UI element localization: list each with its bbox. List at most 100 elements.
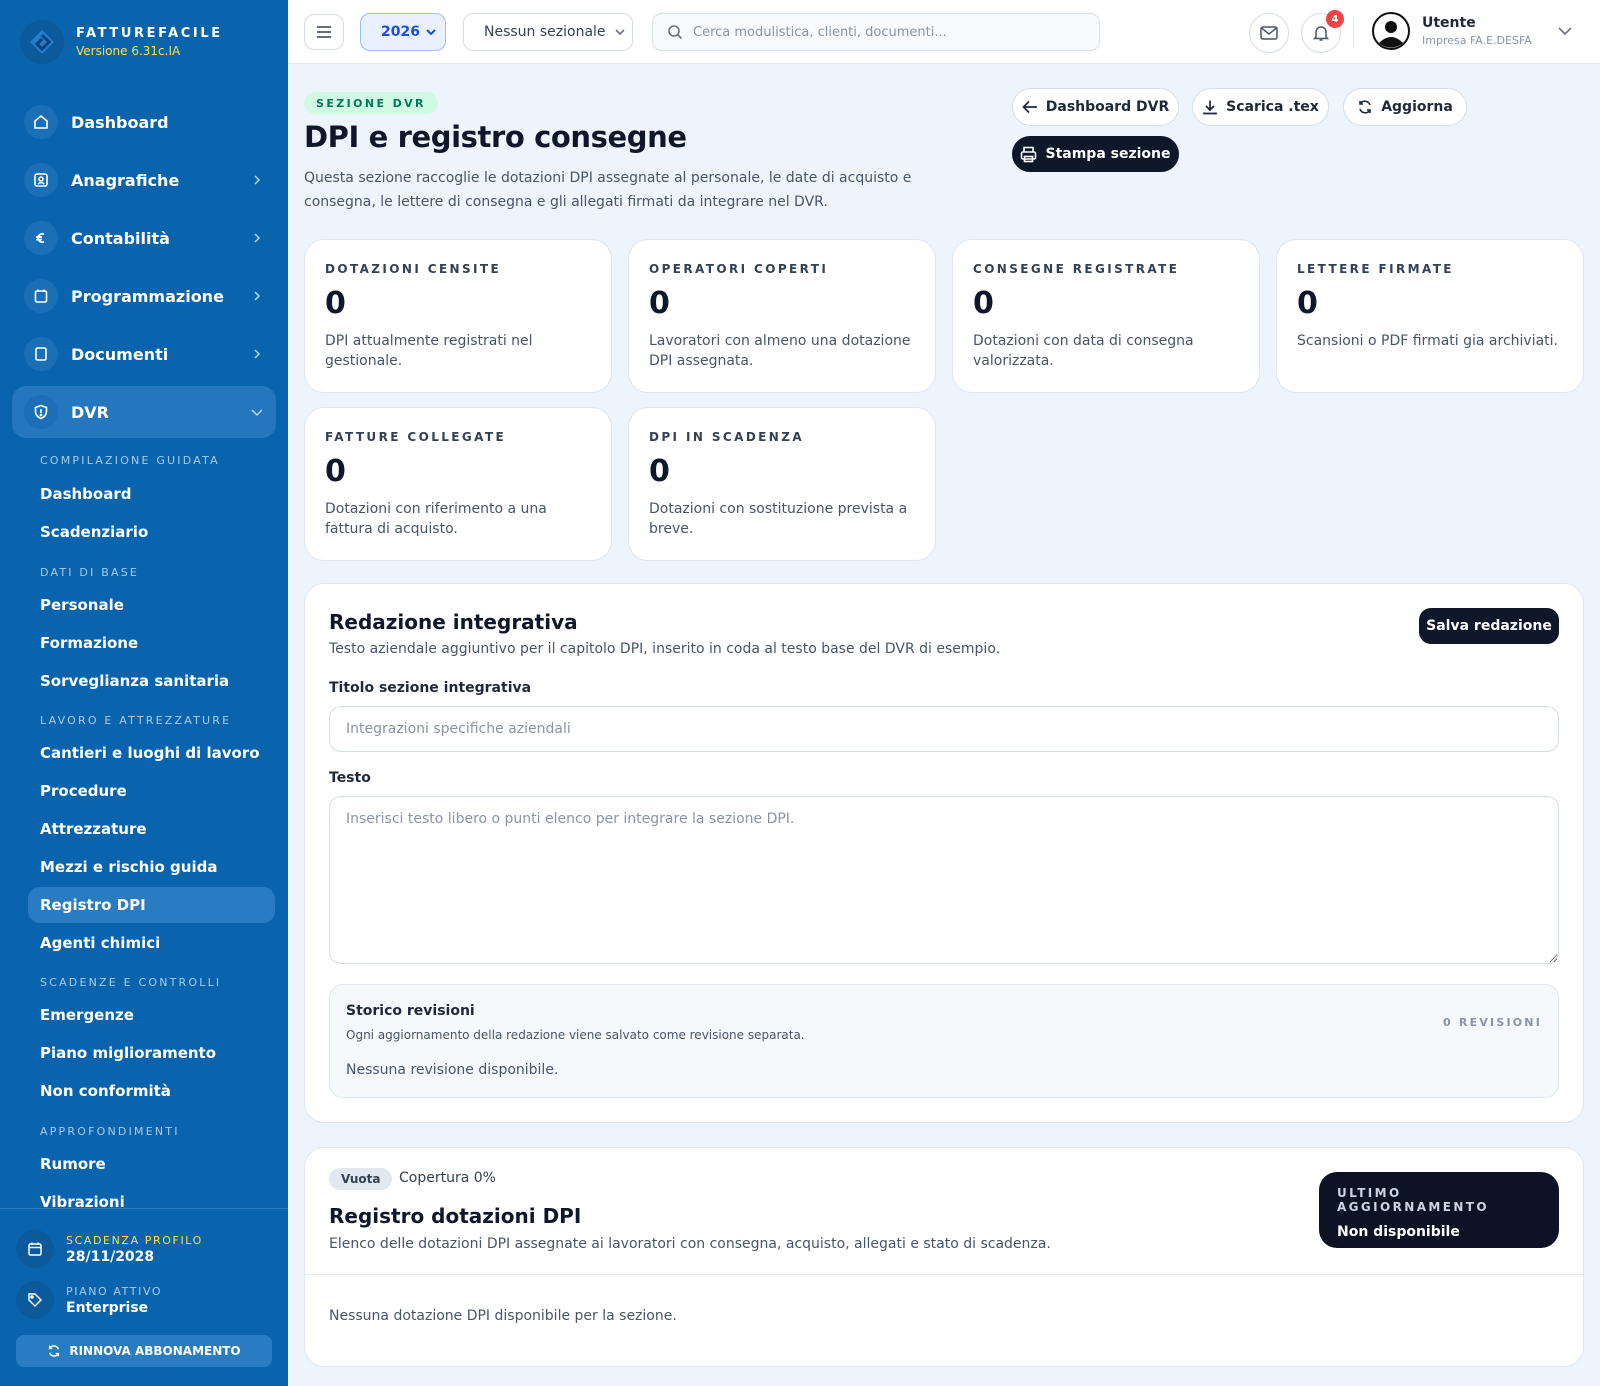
section-text-textarea[interactable] bbox=[329, 796, 1559, 964]
brand-name: FATTUREFACILE bbox=[76, 26, 223, 41]
sidebar-item-emergenze[interactable]: Emergenze bbox=[28, 997, 275, 1033]
stat-card: DOTAZIONI CENSITE 0 DPI attualmente regi… bbox=[304, 239, 612, 393]
sezionale-value: Nessun sezionale bbox=[484, 24, 606, 40]
contacts-icon bbox=[24, 163, 58, 197]
redazione-card: Redazione integrativa Testo aziendale ag… bbox=[304, 583, 1584, 1123]
stat-value: 0 bbox=[1297, 286, 1318, 321]
nav-label: Dashboard bbox=[71, 112, 169, 132]
section-title-input[interactable] bbox=[329, 706, 1559, 752]
renew-subscription-button[interactable]: RINNOVA ABBONAMENTO bbox=[16, 1335, 272, 1367]
sidebar-item-non-conformita[interactable]: Non conformità bbox=[28, 1073, 275, 1109]
stat-value: 0 bbox=[649, 286, 670, 321]
stat-value: 0 bbox=[325, 454, 346, 489]
nav-item-contabilita[interactable]: Contabilità bbox=[12, 212, 276, 264]
title-field-label: Titolo sezione integrativa bbox=[329, 680, 532, 696]
messages-button[interactable] bbox=[1249, 13, 1289, 53]
year-select[interactable]: 2026 bbox=[360, 13, 446, 51]
sidebar-item-attrezzature[interactable]: Attrezzature bbox=[28, 811, 275, 847]
download-tex-button[interactable]: Scarica .tex bbox=[1192, 88, 1329, 126]
stat-description: Dotazioni con data di consegna valorizza… bbox=[973, 333, 1194, 369]
sidebar-item-personale[interactable]: Personale bbox=[28, 587, 275, 623]
coverage-text: Copertura 0% bbox=[399, 1170, 496, 1186]
history-title: Storico revisioni bbox=[346, 1003, 475, 1019]
nav-label: Programmazione bbox=[71, 286, 224, 306]
refresh-button[interactable]: Aggiorna bbox=[1343, 88, 1467, 126]
stat-label: OPERATORI COPERTI bbox=[649, 262, 829, 276]
calendar-icon bbox=[24, 279, 58, 313]
stat-value: 0 bbox=[325, 286, 346, 321]
sidebar-item-dashboard[interactable]: Dashboard bbox=[28, 476, 275, 512]
brand[interactable]: FATTUREFACILE Versione 6.31c.IA bbox=[20, 20, 223, 64]
stat-label: DPI IN SCADENZA bbox=[649, 430, 805, 444]
user-menu[interactable]: Utente Impresa FA.E.DESFA bbox=[1372, 12, 1532, 50]
notifications-button[interactable]: 4 bbox=[1301, 10, 1344, 53]
sidebar-item-formazione[interactable]: Formazione bbox=[28, 625, 275, 661]
text-field-label: Testo bbox=[329, 770, 371, 786]
chevron-right-icon bbox=[250, 347, 264, 361]
nav-group-title: COMPILAZIONE GUIDATA bbox=[40, 454, 220, 467]
plan-value: Enterprise bbox=[66, 1299, 149, 1316]
nav-label: Contabilità bbox=[71, 228, 170, 248]
search-input[interactable] bbox=[693, 24, 1093, 40]
calendar-icon bbox=[16, 1230, 54, 1268]
chevron-right-icon bbox=[250, 231, 264, 245]
chevron-down-icon[interactable] bbox=[1558, 24, 1572, 38]
registro-empty-message: Nessuna dotazione DPI disponibile per la… bbox=[329, 1308, 677, 1324]
sidebar-item-registro-dpi[interactable]: Registro DPI bbox=[28, 887, 275, 923]
sezionale-select[interactable]: Nessun sezionale bbox=[463, 13, 633, 51]
nav-group-title: LAVORO E ATTREZZATURE bbox=[40, 714, 232, 727]
sidebar-item-scadenziario[interactable]: Scadenziario bbox=[28, 514, 275, 550]
hamburger-icon bbox=[317, 26, 331, 38]
nav-item-documenti[interactable]: Documenti bbox=[12, 328, 276, 380]
nav-item-dashboard[interactable]: Dashboard bbox=[12, 96, 276, 148]
sidebar-item-procedure[interactable]: Procedure bbox=[28, 773, 275, 809]
menu-toggle-button[interactable] bbox=[304, 14, 344, 50]
user-name: Utente bbox=[1422, 15, 1476, 31]
brand-version: Versione 6.31c.IA bbox=[76, 44, 181, 58]
expiry-value: 28/11/2028 bbox=[66, 1248, 155, 1265]
download-icon bbox=[1203, 100, 1217, 115]
nav-label: Anagrafiche bbox=[71, 170, 180, 190]
expiry-label: SCADENZA PROFILO bbox=[66, 1233, 203, 1247]
last-update-box: ULTIMO AGGIORNAMENTO Non disponibile bbox=[1319, 1172, 1559, 1248]
user-company: Impresa FA.E.DESFA bbox=[1422, 34, 1532, 47]
registro-subtitle: Elenco delle dotazioni DPI assegnate ai … bbox=[329, 1236, 1051, 1252]
refresh-icon bbox=[1359, 100, 1371, 114]
sidebar-item-mezzi[interactable]: Mezzi e rischio guida bbox=[28, 849, 275, 885]
dashboard-dvr-label: Dashboard DVR bbox=[1045, 99, 1170, 115]
status-badge: Vuota bbox=[329, 1168, 393, 1190]
history-description: Ogni aggiornamento della redazione viene… bbox=[346, 1028, 805, 1042]
dashboard-dvr-button[interactable]: Dashboard DVR bbox=[1012, 88, 1179, 126]
document-icon bbox=[24, 337, 58, 371]
print-section-button[interactable]: Stampa sezione bbox=[1012, 136, 1179, 172]
nav-label: Documenti bbox=[71, 344, 169, 364]
nav-item-anagrafiche[interactable]: Anagrafiche bbox=[12, 154, 276, 206]
nav-item-dvr[interactable]: DVR bbox=[12, 386, 276, 438]
home-icon bbox=[24, 105, 58, 139]
revision-count: 0 REVISIONI bbox=[1443, 1016, 1542, 1029]
main-nav: Dashboard Anagrafiche Contabilità Progra… bbox=[12, 96, 276, 444]
year-value: 2026 bbox=[381, 24, 420, 40]
mail-icon bbox=[1260, 26, 1278, 40]
sidebar-item-piano-miglioramento[interactable]: Piano miglioramento bbox=[28, 1035, 275, 1071]
sidebar-item-rumore[interactable]: Rumore bbox=[28, 1146, 275, 1182]
stat-description: Lavoratori con almeno una dotazione DPI … bbox=[649, 333, 911, 369]
save-redazione-button[interactable]: Salva redazione bbox=[1419, 608, 1559, 644]
stat-description: Dotazioni con riferimento a una fattura … bbox=[325, 501, 547, 537]
stat-card: DPI IN SCADENZA 0 Dotazioni con sostituz… bbox=[628, 407, 936, 561]
stat-label: DOTAZIONI CENSITE bbox=[325, 262, 502, 276]
sidebar-item-cantieri[interactable]: Cantieri e luoghi di lavoro bbox=[28, 735, 275, 771]
stat-label: FATTURE COLLEGATE bbox=[325, 430, 507, 444]
stat-card: FATTURE COLLEGATE 0 Dotazioni con riferi… bbox=[304, 407, 612, 561]
plan-label: PIANO ATTIVO bbox=[66, 1284, 163, 1298]
sidebar-item-agenti-chimici[interactable]: Agenti chimici bbox=[28, 925, 275, 961]
registro-title: Registro dotazioni DPI bbox=[329, 1204, 582, 1228]
stat-value: 0 bbox=[973, 286, 994, 321]
nav-group-title: APPROFONDIMENTI bbox=[40, 1125, 180, 1138]
nav-group-title: DATI DI BASE bbox=[40, 566, 140, 579]
stat-card: CONSEGNE REGISTRATE 0 Dotazioni con data… bbox=[952, 239, 1260, 393]
sidebar-item-sorveglianza[interactable]: Sorveglianza sanitaria bbox=[28, 663, 275, 699]
profile-expiry: SCADENZA PROFILO 28/11/2028 bbox=[16, 1230, 203, 1268]
nav-item-programmazione[interactable]: Programmazione bbox=[12, 270, 276, 322]
page-description: Questa sezione raccoglie le dotazioni DP… bbox=[304, 170, 912, 210]
